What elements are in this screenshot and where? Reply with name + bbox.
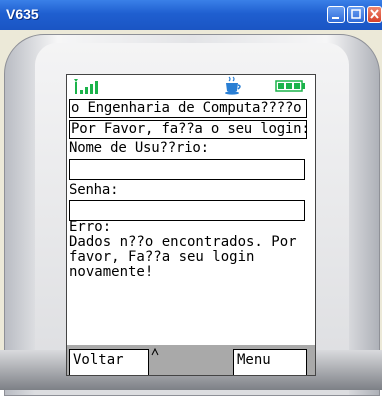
back-softkey[interactable]: Voltar: [69, 349, 149, 375]
scroll-up-icon: [151, 348, 159, 356]
username-field[interactable]: [69, 159, 305, 180]
password-label: Senha:: [69, 182, 119, 198]
window-body: o Engenharia de Computa????o Por Favor, …: [0, 30, 382, 396]
maximize-button[interactable]: [347, 6, 365, 23]
window-title: V635: [6, 6, 39, 22]
minimize-icon: [332, 17, 339, 19]
close-button[interactable]: [367, 6, 382, 23]
menu-softkey[interactable]: Menu: [233, 349, 307, 375]
signal-bars-icon: [74, 79, 98, 94]
battery-full-icon: [275, 80, 305, 92]
password-field[interactable]: [69, 200, 305, 221]
minimize-button[interactable]: [327, 6, 345, 23]
username-label: Nome de Usu??rio:: [69, 140, 209, 156]
maximize-icon: [351, 9, 361, 19]
window-titlebar: V635: [0, 0, 382, 31]
status-bar: [67, 75, 315, 97]
softkey-bar: Voltar Menu: [67, 345, 315, 375]
coffee-cup-icon: [225, 76, 241, 95]
phone-screen: o Engenharia de Computa????o Por Favor, …: [66, 74, 316, 376]
app-title: o Engenharia de Computa????o: [69, 99, 307, 118]
error-message: Erro: Dados n??o encontrados. Por favor,…: [69, 219, 297, 280]
close-icon: [370, 9, 379, 19]
login-prompt: Por Favor, fa??a o seu login:: [69, 120, 310, 139]
